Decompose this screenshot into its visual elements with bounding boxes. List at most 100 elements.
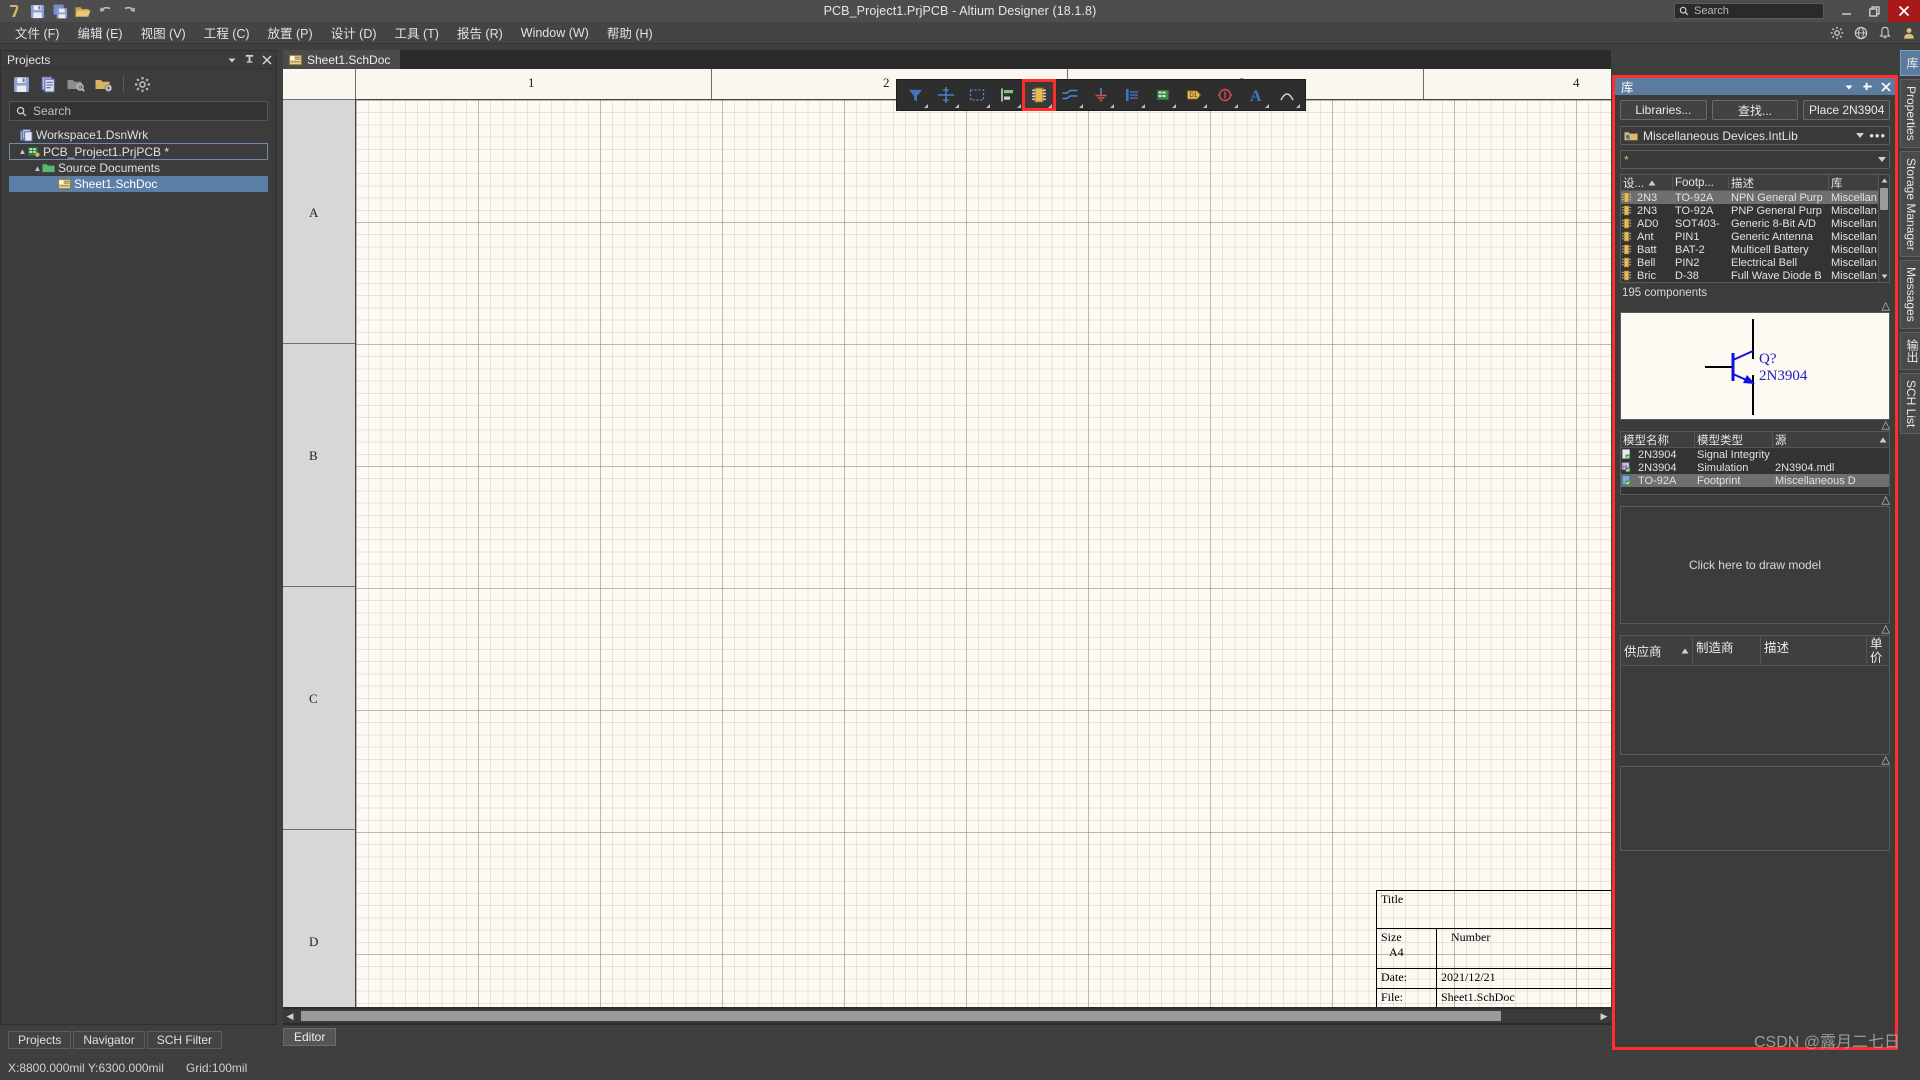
menu-design[interactable]: 设计 (D) <box>322 21 386 44</box>
tab-navigator[interactable]: Navigator <box>73 1031 145 1049</box>
place-sheet-symbol-icon[interactable] <box>1148 81 1178 109</box>
collapse-chevron-icon[interactable]: △ <box>1882 495 1890 506</box>
menu-project[interactable]: 工程 (C) <box>195 21 259 44</box>
collapse-chevron-icon[interactable]: △ <box>1882 624 1890 635</box>
options-gear-icon[interactable] <box>134 76 151 93</box>
place-wire-icon[interactable] <box>1055 81 1085 109</box>
menu-help[interactable]: 帮助 (H) <box>598 21 662 44</box>
pin-icon[interactable] <box>244 54 255 65</box>
library-selector-combo[interactable]: Miscellaneous Devices.IntLib ••• <box>1620 126 1890 145</box>
place-component-icon[interactable] <box>1022 79 1056 111</box>
tree-item-sheet1-schdoc[interactable]: Sheet1.SchDoc <box>9 176 268 192</box>
column-header-footprint[interactable]: Footp... <box>1675 177 1714 189</box>
right-tab-sch-list[interactable]: SCH List <box>1900 373 1920 435</box>
global-search-input[interactable]: Search <box>1674 3 1824 19</box>
column-header-unit-price[interactable]: 单价 <box>1870 637 1886 665</box>
scroll-up-icon[interactable] <box>1879 175 1889 186</box>
column-header-designator[interactable]: 设... <box>1623 175 1644 191</box>
settings-gear-icon[interactable] <box>1830 26 1844 40</box>
supplier-table[interactable]: 供应商 制造商 描述 单价 <box>1620 635 1890 755</box>
schematic-canvas[interactable]: A B C D 1 2 3 4 <box>283 69 1611 1007</box>
open-project-icon[interactable] <box>67 76 85 93</box>
collapse-chevron-icon[interactable]: △ <box>1882 420 1890 431</box>
save-icon[interactable] <box>13 76 30 93</box>
right-tab-messages[interactable]: Messages <box>1900 260 1920 330</box>
tree-item-workspace[interactable]: Workspace1.DsnWrk <box>9 127 268 143</box>
column-header-description[interactable]: 描述 <box>1731 175 1754 191</box>
menu-window[interactable]: Window (W) <box>512 24 598 42</box>
table-row[interactable]: 2N3904 Signal Integrity <box>1621 448 1889 461</box>
chevron-down-icon[interactable] <box>1856 133 1865 138</box>
altium-logo-icon[interactable] <box>4 2 24 21</box>
menu-view[interactable]: 视图 (V) <box>132 21 195 44</box>
sheet-title-block[interactable]: Title Size A4 Number Revision <box>1376 890 1611 1007</box>
tree-twisty[interactable]: ▲ <box>18 147 27 156</box>
projects-search-input[interactable]: Search <box>9 101 268 121</box>
column-header-model-type[interactable]: 模型类型 <box>1697 432 1743 448</box>
table-row[interactable]: 2N3 TO-92A PNP General Purp Miscellan <box>1621 204 1878 217</box>
scroll-left-icon[interactable]: ◀ <box>283 1010 297 1022</box>
close-icon[interactable] <box>1881 81 1891 92</box>
menu-place[interactable]: 放置 (P) <box>259 21 322 44</box>
table-row[interactable]: Bric D-38 Full Wave Diode B Miscellan <box>1621 269 1878 282</box>
schematic-sheet[interactable]: Title Size A4 Number Revision <box>355 99 1611 1007</box>
components-table[interactable]: 设... Footp... 描述 库 2N3 TO-92A NPN Genera… <box>1620 174 1890 283</box>
table-row[interactable]: AD0 SOT403- Generic 8-Bit A/D Miscellan <box>1621 217 1878 230</box>
right-tab-output[interactable]: 输出 <box>1900 332 1920 371</box>
library-bottom-pane[interactable] <box>1620 766 1890 851</box>
draw-model-area[interactable]: Click here to draw model <box>1620 506 1890 624</box>
place-rectangle-icon[interactable] <box>962 81 992 109</box>
right-tab-library[interactable]: 库 <box>1900 50 1920 76</box>
tree-item-project[interactable]: ▲ PCB_Project1.PrjPCB * <box>9 143 268 160</box>
restore-button[interactable] <box>1860 0 1888 22</box>
libraries-button[interactable]: Libraries... <box>1620 100 1707 120</box>
new-folder-icon[interactable] <box>95 76 113 93</box>
user-account-icon[interactable] <box>1902 26 1916 40</box>
minimize-button[interactable] <box>1832 0 1860 22</box>
column-header-supplier-description[interactable]: 描述 <box>1764 637 1789 656</box>
collapse-chevron-icon[interactable]: △ <box>1882 755 1890 766</box>
place-bus-icon[interactable] <box>1117 81 1147 109</box>
table-row[interactable]: Ant PIN1 Generic Antenna Miscellan <box>1621 230 1878 243</box>
column-header-supplier[interactable]: 供应商 <box>1624 641 1662 660</box>
place-arc-icon[interactable] <box>1272 81 1302 109</box>
table-row[interactable]: m 2N3904 Simulation 2N3904.mdl <box>1621 461 1889 474</box>
table-row[interactable]: Bell PIN2 Electrical Bell Miscellan <box>1621 256 1878 269</box>
right-tab-properties[interactable]: Properties <box>1900 79 1920 148</box>
save-icon[interactable] <box>27 2 47 21</box>
menu-edit[interactable]: 编辑 (E) <box>68 21 131 44</box>
document-tab-sheet1[interactable]: Sheet1.SchDoc <box>283 50 401 69</box>
library-options-button[interactable]: ••• <box>1869 128 1886 143</box>
place-part-crosshair-icon[interactable] <box>931 81 961 109</box>
search-libraries-button[interactable]: 查找... <box>1711 100 1799 120</box>
component-filter-combo[interactable]: * <box>1620 150 1890 169</box>
collapse-chevron-icon[interactable]: △ <box>1882 301 1890 312</box>
filter-icon[interactable] <box>900 81 930 109</box>
table-row[interactable]: TO-92A Footprint Miscellaneous D <box>1621 474 1889 487</box>
place-text-icon[interactable]: A <box>1241 81 1271 109</box>
undo-icon[interactable] <box>96 2 116 21</box>
tab-editor[interactable]: Editor <box>283 1028 337 1046</box>
close-button[interactable] <box>1888 0 1920 22</box>
scrollbar-track[interactable] <box>297 1011 1597 1021</box>
pin-icon[interactable] <box>1862 81 1873 92</box>
notifications-bell-icon[interactable] <box>1878 26 1892 40</box>
column-header-library[interactable]: 库 <box>1831 175 1843 191</box>
place-gnd-power-port-icon[interactable] <box>1086 81 1116 109</box>
place-port-icon[interactable]: D1 <box>1179 81 1209 109</box>
models-table[interactable]: 模型名称 模型类型 源 2N3904 Signal Integrity m 2N… <box>1620 431 1890 495</box>
globe-icon[interactable] <box>1854 26 1868 40</box>
chevron-down-icon[interactable] <box>1844 82 1854 92</box>
column-header-source[interactable]: 源 <box>1775 432 1787 448</box>
column-header-manufacturer[interactable]: 制造商 <box>1696 637 1734 656</box>
close-icon[interactable] <box>262 54 272 65</box>
menu-file[interactable]: 文件 (F) <box>6 21 68 44</box>
menu-reports[interactable]: 报告 (R) <box>448 21 512 44</box>
scroll-right-icon[interactable]: ▶ <box>1597 1010 1611 1022</box>
compile-icon[interactable] <box>40 76 57 93</box>
tab-sch-filter[interactable]: SCH Filter <box>146 1031 223 1049</box>
canvas-horizontal-scrollbar[interactable]: ◀ ▶ <box>283 1009 1611 1023</box>
tree-twisty[interactable]: ▲ <box>33 164 42 173</box>
tree-item-source-documents[interactable]: ▲ Source Documents <box>9 160 268 176</box>
align-objects-icon[interactable] <box>993 81 1023 109</box>
